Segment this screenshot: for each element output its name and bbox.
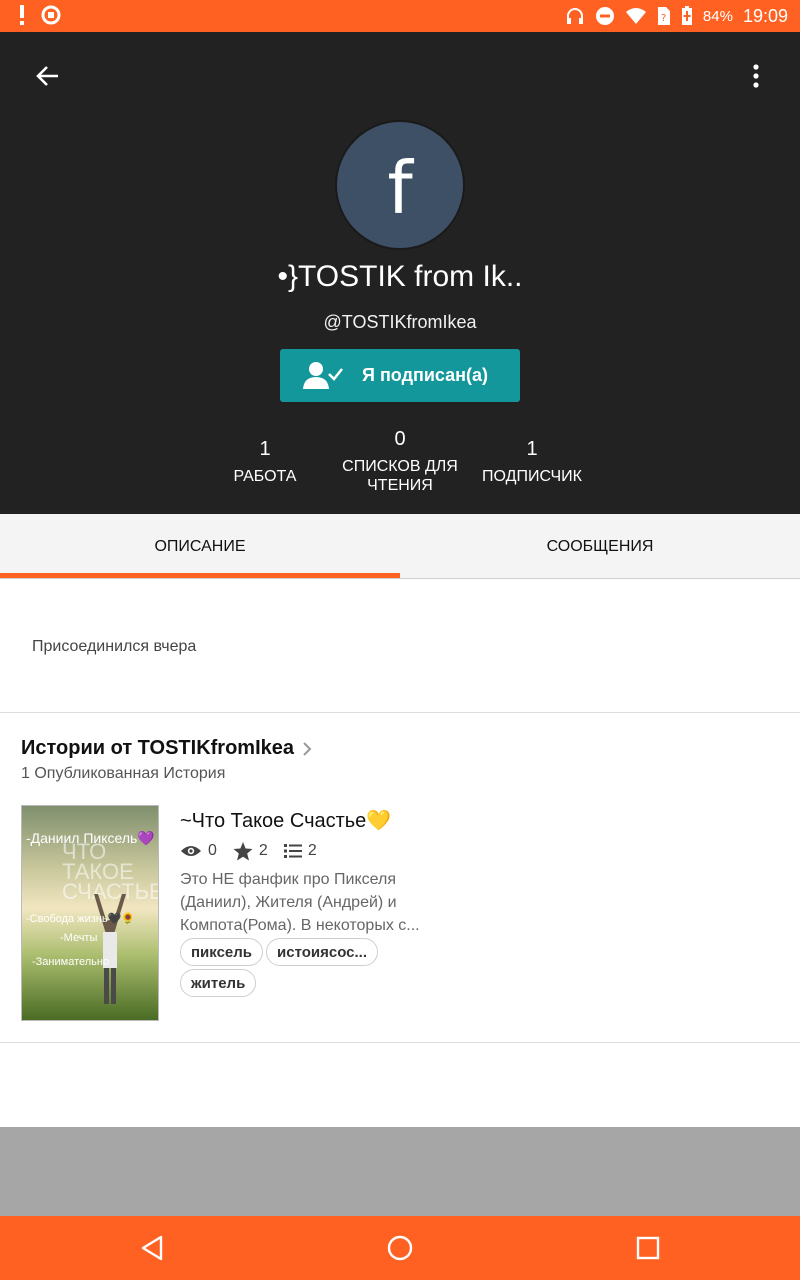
headphones-icon bbox=[566, 8, 583, 24]
stories-title: Истории от TOSTIKfromIkea bbox=[21, 737, 295, 759]
tag-chip[interactable]: истоиясос... bbox=[266, 938, 378, 966]
story-title[interactable]: ~Что Такое Счастье💛 bbox=[180, 808, 391, 833]
cover-text-4: -Мечты bbox=[60, 932, 98, 944]
arrow-left-icon bbox=[36, 66, 58, 86]
nav-back-button[interactable] bbox=[136, 1232, 168, 1264]
stat-followers-label: ПОДПИСЧИК bbox=[482, 468, 582, 485]
cover-text-5: -Занимательно bbox=[32, 956, 110, 968]
bottom-placeholder bbox=[0, 1127, 800, 1217]
home-circle-icon bbox=[387, 1235, 413, 1261]
clock: 19:09 bbox=[742, 5, 788, 26]
story-parts: 2 bbox=[307, 842, 317, 859]
recents-square-icon bbox=[636, 1236, 660, 1260]
joined-text: Присоединился вчера bbox=[32, 638, 197, 655]
eye-icon bbox=[181, 846, 201, 856]
stat-followers[interactable]: 1 ПОДПИСЧИК bbox=[472, 438, 592, 486]
story-reads: 0 bbox=[208, 842, 217, 859]
stat-reading-lists-value: 0 bbox=[394, 428, 406, 450]
stat-reading-lists[interactable]: 0 СПИСКОВ ДЛЯ ЧТЕНИЯ bbox=[330, 428, 470, 495]
avatar-letter: f bbox=[387, 146, 413, 230]
stories-count: 1 Опубликованная История bbox=[21, 765, 226, 782]
more-vert-icon bbox=[753, 64, 759, 88]
tab-messages[interactable]: СООБЩЕНИЯ bbox=[400, 514, 800, 579]
sim-icon: ? bbox=[657, 7, 670, 25]
wifi-icon bbox=[625, 8, 646, 24]
sync-icon bbox=[41, 5, 61, 25]
alert-icon bbox=[20, 5, 24, 25]
status-bar: ? 84% 19:09 bbox=[0, 0, 800, 32]
active-tab-indicator bbox=[0, 573, 400, 578]
stories-header[interactable]: Истории от TOSTIKfromIkea bbox=[21, 737, 312, 760]
stat-works-value: 1 bbox=[259, 438, 271, 460]
tag-chip[interactable]: житель bbox=[180, 969, 257, 997]
display-name: •}TOSTIK from Ik.. bbox=[277, 260, 523, 293]
story-cover[interactable]: -Даниил Пиксель💜 ЧТО ТАКОЕ СЧАСТЬЕ -Своб… bbox=[21, 805, 159, 1021]
nav-recents-button[interactable] bbox=[632, 1232, 664, 1264]
dnd-icon bbox=[595, 7, 614, 25]
story-votes: 2 bbox=[258, 842, 268, 859]
stat-reading-lists-label: СПИСКОВ ДЛЯ ЧТЕНИЯ bbox=[342, 458, 458, 494]
following-button[interactable]: Я подписан(а) bbox=[280, 349, 520, 402]
divider bbox=[0, 712, 800, 713]
user-check-icon bbox=[303, 362, 343, 389]
tab-description[interactable]: ОПИСАНИЕ bbox=[0, 514, 400, 579]
cover-text-3: -Свобода жизнь🖤🌻 bbox=[26, 913, 135, 925]
stat-works[interactable]: 1 РАБОТА bbox=[205, 438, 325, 486]
more-options-button[interactable] bbox=[736, 56, 776, 96]
svg-text:?: ? bbox=[661, 13, 666, 24]
story-stats: 0 2 2 bbox=[180, 840, 327, 862]
stat-followers-value: 1 bbox=[526, 438, 538, 460]
battery-percent: 84% bbox=[702, 7, 733, 25]
avatar[interactable]: f bbox=[335, 120, 465, 250]
system-nav-bar bbox=[0, 1216, 800, 1280]
story-description: Это НЕ фанфик про Пикселя (Даниил), Жите… bbox=[180, 871, 420, 934]
back-triangle-icon bbox=[141, 1235, 163, 1261]
divider bbox=[0, 1042, 800, 1043]
tag-chip[interactable]: пиксель bbox=[180, 938, 264, 966]
following-label: Я подписан(а) bbox=[362, 365, 489, 385]
person-figure-icon bbox=[94, 894, 126, 1004]
profile-tabs: ОПИСАНИЕ СООБЩЕНИЯ bbox=[0, 514, 800, 579]
nav-home-button[interactable] bbox=[384, 1232, 416, 1264]
battery-icon bbox=[681, 6, 692, 25]
username-handle: @TOSTIKfromIkea bbox=[323, 312, 477, 332]
list-icon bbox=[283, 844, 302, 858]
chevron-right-icon bbox=[303, 741, 312, 756]
back-button[interactable] bbox=[28, 56, 68, 96]
profile-header: f •}TOSTIK from Ik.. @TOSTIKfromIkea Я п… bbox=[0, 32, 800, 514]
star-icon bbox=[233, 841, 253, 860]
stat-works-label: РАБОТА bbox=[233, 468, 297, 485]
